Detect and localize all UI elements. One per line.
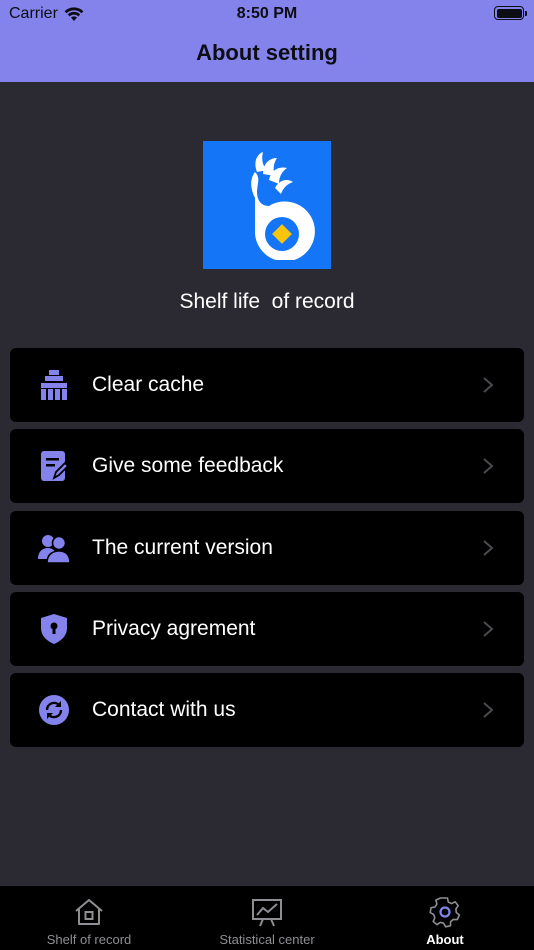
tab-about[interactable]: About bbox=[356, 886, 534, 950]
peacock-b-logo-icon bbox=[251, 152, 315, 260]
menu-item-label: Give some feedback bbox=[92, 454, 284, 478]
status-right bbox=[494, 6, 527, 20]
gear-icon bbox=[429, 897, 461, 928]
shield-lock-icon bbox=[38, 613, 70, 645]
current-version-button[interactable]: The current version bbox=[10, 510, 524, 585]
tab-label: Statistical center bbox=[219, 932, 315, 947]
menu-item-label: Contact with us bbox=[92, 698, 236, 722]
refresh-circle-icon bbox=[38, 694, 70, 726]
contact-us-button[interactable]: Contact with us bbox=[10, 673, 524, 748]
about-screen: Carrier 8:50 PM About setting Shelf life… bbox=[0, 0, 534, 950]
chart-board-icon bbox=[252, 899, 282, 927]
privacy-agreement-button[interactable]: Privacy agrement bbox=[10, 591, 524, 666]
feedback-edit-icon bbox=[38, 450, 70, 482]
tab-label: About bbox=[426, 932, 464, 947]
clear-cache-button[interactable]: Clear cache bbox=[10, 348, 524, 422]
tab-statistical-center[interactable]: Statistical center bbox=[178, 886, 356, 950]
menu-item-label: Clear cache bbox=[92, 373, 205, 396]
status-time: 8:50 PM bbox=[236, 5, 298, 22]
menu-item-label: The current version bbox=[92, 535, 273, 559]
broom-icon bbox=[38, 369, 70, 401]
settings-menu: Clear cache Give some feedback The curre… bbox=[10, 348, 524, 754]
chevron-right-icon bbox=[483, 702, 494, 718]
chevron-right-icon bbox=[483, 621, 494, 637]
chevron-right-icon bbox=[483, 377, 494, 393]
home-icon bbox=[75, 899, 103, 925]
app-logo bbox=[203, 141, 331, 269]
header: Carrier 8:50 PM About setting bbox=[0, 0, 534, 82]
tab-bar: Shelf of record Statistical center About bbox=[0, 886, 534, 950]
app-name: Shelf life of record bbox=[179, 290, 355, 313]
tab-label: Shelf of record bbox=[46, 932, 132, 947]
chevron-right-icon bbox=[483, 539, 494, 556]
status-bar: Carrier 8:50 PM bbox=[0, 0, 534, 28]
chevron-right-icon bbox=[483, 458, 494, 475]
page-title: About setting bbox=[196, 40, 338, 65]
users-icon bbox=[38, 532, 70, 564]
give-feedback-button[interactable]: Give some feedback bbox=[10, 429, 524, 504]
menu-item-label: Privacy agrement bbox=[92, 616, 256, 640]
tab-shelf-of-record[interactable]: Shelf of record bbox=[0, 886, 178, 950]
battery-icon bbox=[494, 6, 527, 20]
